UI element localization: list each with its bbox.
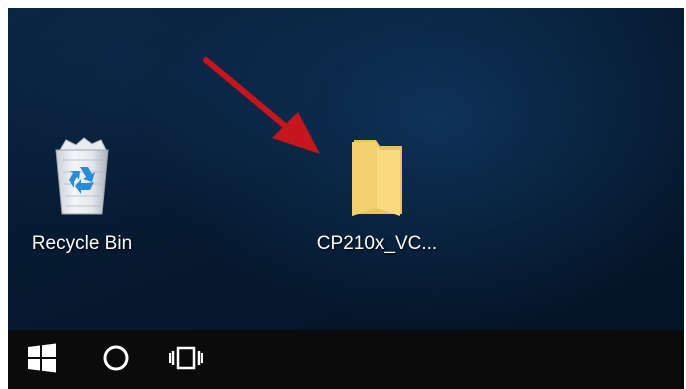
cortana-search-button[interactable] [94, 340, 138, 380]
cortana-search-icon [101, 343, 131, 378]
desktop-icon-label: CP210x_VC... [316, 233, 438, 254]
desktop[interactable]: Recycle Bin CP210x_VC... [8, 8, 684, 330]
task-view-button[interactable] [164, 340, 208, 380]
desktop-icon-label: Recycle Bin [31, 233, 133, 254]
taskbar [8, 330, 684, 389]
desktop-icon-recycle-bin[interactable]: Recycle Bin [20, 136, 144, 255]
task-view-icon [169, 343, 203, 378]
recycle-bin-icon [46, 136, 118, 223]
start-button[interactable] [20, 340, 64, 380]
windows-start-icon [27, 343, 57, 378]
screenshot-frame: Recycle Bin CP210x_VC... [0, 0, 686, 389]
desktop-icon-folder[interactable]: CP210x_VC... [302, 136, 452, 255]
folder-icon [346, 136, 408, 223]
